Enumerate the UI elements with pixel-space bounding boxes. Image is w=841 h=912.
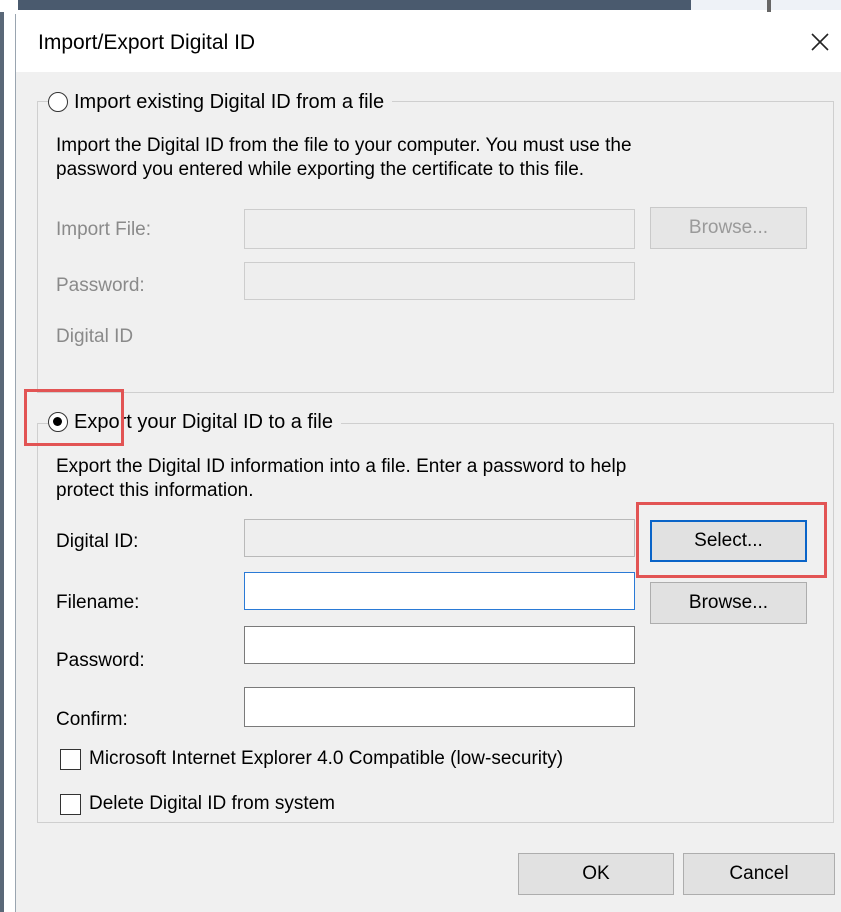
- export-digital-id-label: Digital ID:: [56, 531, 139, 552]
- import-password-label: Password:: [56, 275, 145, 296]
- background-window-strip: [0, 0, 841, 12]
- export-browse-button[interactable]: Browse...: [650, 582, 807, 624]
- export-digital-id-field: [244, 519, 635, 557]
- import-description-line1: Import the Digital ID from the file to y…: [56, 135, 632, 156]
- export-radio-option[interactable]: Export your Digital ID to a file: [48, 409, 341, 435]
- export-confirm-label: Confirm:: [56, 709, 128, 730]
- import-description-line2: password you entered while exporting the…: [56, 159, 585, 180]
- import-radio-label: Import existing Digital ID from a file: [74, 90, 385, 113]
- import-description: Import the Digital ID from the file to y…: [56, 134, 826, 182]
- export-description: Export the Digital ID information into a…: [56, 455, 826, 503]
- import-radio-button[interactable]: [48, 92, 68, 112]
- select-button[interactable]: Select...: [650, 520, 807, 562]
- export-description-line1: Export the Digital ID information into a…: [56, 456, 627, 477]
- export-description-line2: protect this information.: [56, 480, 254, 501]
- ie4-compat-checkbox[interactable]: Microsoft Internet Explorer 4.0 Compatib…: [60, 748, 563, 770]
- export-password-label: Password:: [56, 650, 145, 671]
- background-divider: [767, 0, 771, 12]
- dialog-title: Import/Export Digital ID: [38, 31, 256, 54]
- export-radio-label: Export your Digital ID to a file: [74, 410, 333, 433]
- delete-id-label: Delete Digital ID from system: [89, 793, 336, 814]
- import-file-input: [244, 209, 635, 249]
- export-radio-button[interactable]: [48, 412, 68, 432]
- export-filename-input[interactable]: [244, 572, 635, 610]
- export-filename-label: Filename:: [56, 592, 140, 613]
- import-radio-option[interactable]: Import existing Digital ID from a file: [48, 89, 393, 115]
- import-export-dialog: Import/Export Digital ID Import existing…: [15, 14, 841, 912]
- delete-id-checkbox[interactable]: Delete Digital ID from system: [60, 793, 335, 815]
- export-password-input[interactable]: [244, 626, 635, 664]
- close-icon[interactable]: [804, 26, 836, 58]
- cancel-button[interactable]: Cancel: [683, 853, 835, 895]
- background-window-edge: [0, 0, 4, 912]
- ie4-compat-label: Microsoft Internet Explorer 4.0 Compatib…: [89, 748, 564, 769]
- import-file-label: Import File:: [56, 219, 152, 240]
- background-titlebar: [18, 0, 691, 10]
- background-titlebar-light: [691, 0, 841, 10]
- ok-button[interactable]: OK: [518, 853, 674, 895]
- import-browse-button: Browse...: [650, 207, 807, 249]
- radio-selected-dot: [53, 417, 62, 426]
- ie4-compat-box[interactable]: [60, 748, 81, 770]
- title-bar: Import/Export Digital ID: [16, 14, 841, 72]
- delete-id-box[interactable]: [60, 793, 81, 815]
- import-password-input: [244, 262, 635, 300]
- export-confirm-input[interactable]: [244, 687, 635, 727]
- import-digital-id-label: Digital ID: [56, 326, 134, 347]
